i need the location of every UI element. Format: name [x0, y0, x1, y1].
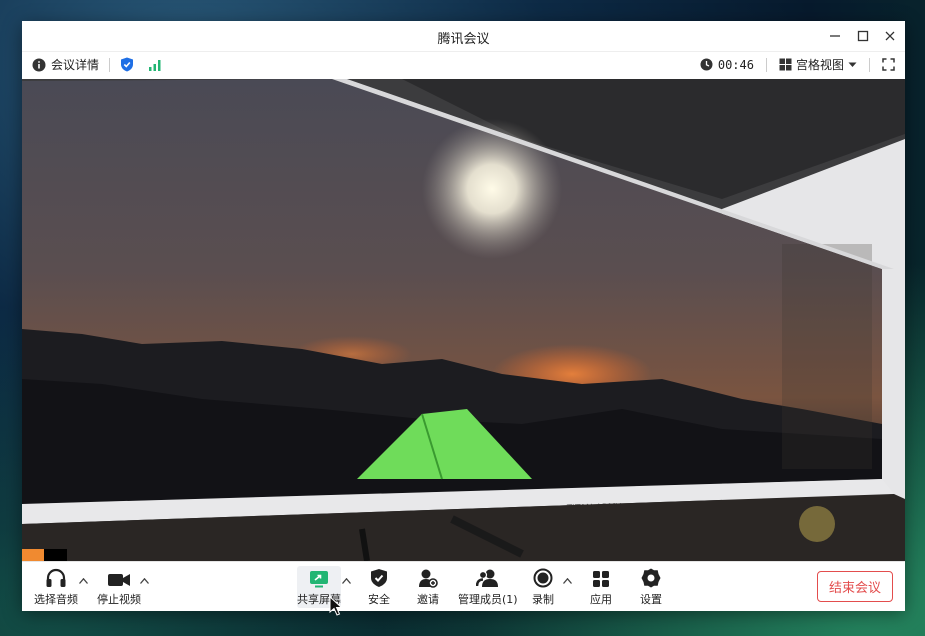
stop-video-label: 停止视频 [97, 593, 141, 606]
video-camera-icon [108, 574, 130, 586]
record-icon [533, 568, 553, 588]
divider [109, 57, 111, 72]
clock-icon [700, 58, 713, 71]
apps-grid-icon [593, 571, 609, 587]
share-screen-icon [310, 571, 328, 588]
record-button[interactable]: 录制 [532, 568, 554, 607]
meeting-details-button[interactable]: 会议详情 [32, 56, 99, 73]
maximize-button[interactable] [851, 25, 875, 47]
settings-button[interactable]: 设置 [640, 568, 662, 607]
info-bar: 会议详情 00:46 宫格视图 [22, 51, 905, 78]
grid-view-icon [779, 58, 792, 71]
stop-video-button[interactable]: 停止视频 [97, 568, 141, 607]
security-button[interactable]: 安全 [368, 568, 390, 607]
chevron-down-icon [848, 62, 857, 67]
select-audio-label: 选择音频 [34, 593, 78, 606]
apps-label: 应用 [590, 593, 612, 606]
video-feed: TITAN ARMY [22, 79, 905, 561]
divider [765, 57, 767, 72]
record-label: 录制 [532, 593, 554, 606]
desktop-icons [782, 244, 872, 469]
gear-icon [641, 568, 661, 588]
chevron-up-icon [342, 577, 351, 584]
security-icon [371, 569, 387, 587]
end-meeting-button[interactable]: 结束会议 [817, 571, 893, 602]
select-audio-button[interactable]: 选择音频 [34, 568, 78, 607]
security-label: 安全 [368, 593, 390, 606]
security-shield-icon[interactable] [120, 57, 134, 72]
chevron-up-icon [140, 577, 149, 584]
title-bar: 腾讯会议 [22, 21, 905, 51]
minimize-button[interactable] [823, 25, 847, 47]
mouse-cursor-icon [329, 596, 343, 616]
self-view-thumbnail[interactable] [22, 549, 67, 561]
share-options-caret[interactable] [342, 576, 351, 587]
chevron-up-icon [79, 577, 88, 584]
invite-label: 邀请 [417, 593, 439, 606]
meeting-timer: 00:46 [717, 57, 754, 72]
signal-strength-icon[interactable] [148, 59, 162, 71]
audio-options-caret[interactable] [79, 576, 88, 587]
close-button[interactable] [878, 25, 902, 47]
meeting-toolbar: 选择音频 停止视频 共享屏幕 安全 邀请 管理成员(1) 录制 应用 设置 结束… [22, 561, 905, 611]
view-mode-dropdown[interactable]: 宫格视图 [779, 56, 857, 73]
video-options-caret[interactable] [140, 576, 149, 587]
manage-members-label: 管理成员(1) [458, 593, 518, 606]
manage-members-button[interactable]: 管理成员(1) [458, 568, 518, 607]
info-icon [32, 58, 46, 71]
divider [869, 57, 870, 72]
maximize-icon [857, 30, 869, 42]
camera-image: TITAN ARMY [22, 79, 905, 561]
view-mode-label: 宫格视图 [795, 58, 844, 72]
members-icon [475, 569, 498, 587]
meeting-window: 腾讯会议 会议详情 00:46 宫格视图 选择音频 停止视频 共享屏幕 安全 邀… [22, 21, 905, 611]
fullscreen-icon[interactable] [882, 58, 895, 71]
headphones-icon [46, 568, 66, 587]
apps-button[interactable]: 应用 [590, 568, 612, 607]
invite-button[interactable]: 邀请 [417, 568, 439, 607]
window-title: 腾讯会议 [437, 32, 490, 47]
settings-label: 设置 [640, 593, 662, 606]
chevron-up-icon [563, 577, 572, 584]
invite-user-icon [419, 569, 438, 588]
record-options-caret[interactable] [563, 576, 572, 587]
meeting-details-label: 会议详情 [51, 58, 100, 72]
close-icon [885, 31, 895, 41]
minimize-icon [830, 35, 840, 37]
